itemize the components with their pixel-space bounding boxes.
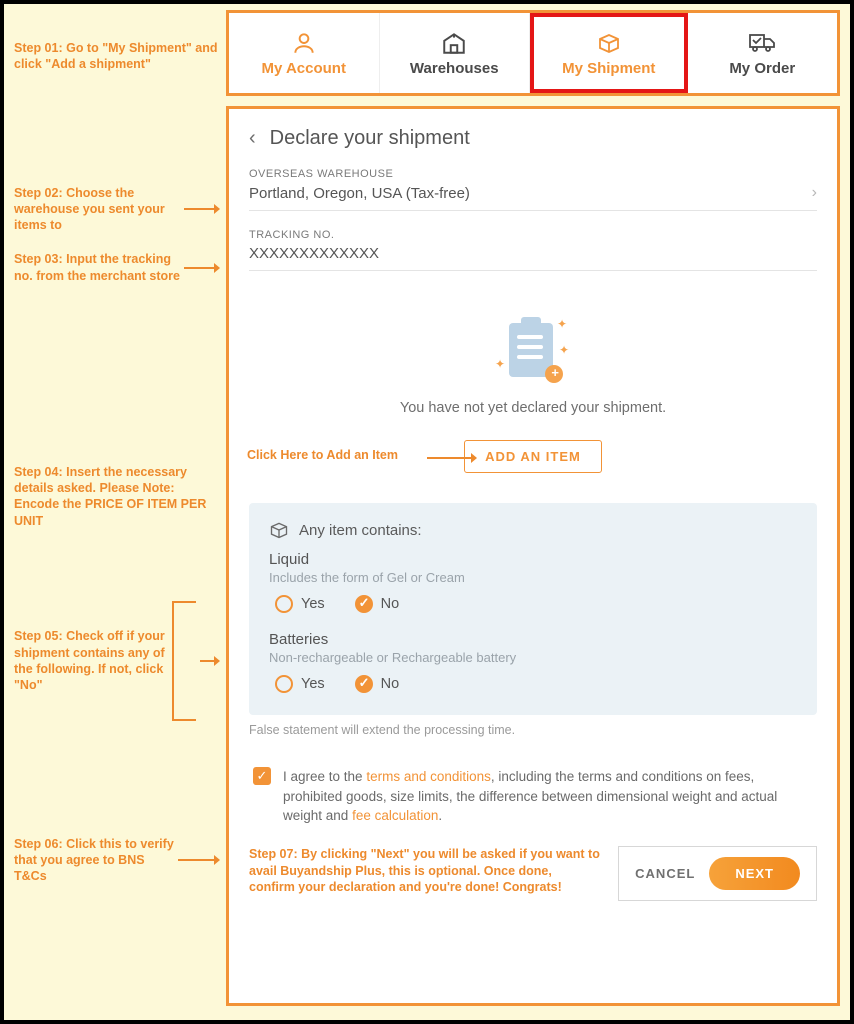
arrow-icon bbox=[178, 850, 220, 870]
step-01-text: Step 01: Go to "My Shipment" and click "… bbox=[14, 40, 220, 73]
add-item-button[interactable]: ADD AN ITEM bbox=[464, 440, 602, 473]
field-label: OVERSEAS WAREHOUSE bbox=[249, 168, 817, 180]
back-chevron-icon[interactable]: ‹ bbox=[249, 127, 256, 150]
truck-icon bbox=[748, 30, 776, 56]
item-contains-box: Any item contains: Liquid Includes the f… bbox=[249, 503, 817, 715]
add-item-hint: Click Here to Add an Item bbox=[247, 448, 398, 462]
nav-tabs: My Account Warehouses My Shipment My Ord… bbox=[226, 10, 840, 96]
question-liquid-sub: Includes the form of Gel or Cream bbox=[269, 570, 797, 585]
nav-my-order[interactable]: My Order bbox=[688, 13, 838, 93]
nav-my-account[interactable]: My Account bbox=[229, 13, 380, 93]
step-03-text: Step 03: Input the tracking no. from the… bbox=[14, 251, 184, 284]
field-label: TRACKING NO. bbox=[249, 229, 817, 241]
declare-shipment-panel: ‹ Declare your shipment OVERSEAS WAREHOU… bbox=[226, 106, 840, 1006]
step-02-text: Step 02: Choose the warehouse you sent y… bbox=[14, 185, 184, 234]
box-icon bbox=[595, 30, 623, 56]
batteries-no-radio[interactable]: No bbox=[355, 675, 400, 693]
tracking-input[interactable] bbox=[249, 241, 817, 271]
agree-checkbox[interactable]: ✓ bbox=[253, 767, 271, 785]
empty-state-text: You have not yet declared your shipment. bbox=[249, 400, 817, 416]
nav-warehouses[interactable]: Warehouses bbox=[380, 13, 531, 93]
nav-label: My Account bbox=[262, 60, 346, 77]
liquid-no-radio[interactable]: No bbox=[355, 595, 400, 613]
nav-label: My Order bbox=[729, 60, 795, 77]
question-liquid-label: Liquid bbox=[269, 551, 797, 568]
arrow-icon bbox=[184, 258, 220, 278]
warehouse-field[interactable]: OVERSEAS WAREHOUSE Portland, Oregon, USA… bbox=[249, 168, 817, 211]
arrow-icon bbox=[427, 450, 477, 466]
next-button[interactable]: NEXT bbox=[709, 857, 800, 890]
agree-text: I agree to the terms and conditions, inc… bbox=[283, 767, 813, 826]
false-statement-note: False statement will extend the processi… bbox=[249, 723, 817, 737]
clipboard-icon: ✦✦✦ + bbox=[505, 317, 561, 381]
terms-link[interactable]: terms and conditions bbox=[366, 769, 491, 784]
person-icon bbox=[290, 30, 318, 56]
step-06-text: Step 06: Click this to verify that you a… bbox=[14, 836, 178, 885]
box-icon bbox=[269, 521, 289, 539]
step-04-text: Step 04: Insert the necessary details as… bbox=[14, 464, 220, 529]
question-batteries-sub: Non-rechargeable or Rechargeable battery bbox=[269, 650, 797, 665]
tracking-field: TRACKING NO. bbox=[249, 229, 817, 271]
bracket-icon bbox=[172, 601, 196, 721]
contains-title: Any item contains: bbox=[299, 522, 422, 539]
cancel-button[interactable]: CANCEL bbox=[635, 866, 695, 881]
step-07-text: Step 07: By clicking "Next" you will be … bbox=[249, 846, 608, 897]
liquid-yes-radio[interactable]: Yes bbox=[275, 595, 325, 613]
nav-my-shipment[interactable]: My Shipment bbox=[530, 13, 688, 93]
batteries-yes-radio[interactable]: Yes bbox=[275, 675, 325, 693]
arrow-icon bbox=[200, 651, 220, 671]
fee-calculation-link[interactable]: fee calculation bbox=[352, 808, 438, 823]
warehouse-value: Portland, Oregon, USA (Tax-free) bbox=[249, 185, 470, 202]
chevron-right-icon: › bbox=[812, 184, 817, 202]
arrow-icon bbox=[184, 199, 220, 219]
step-05-text: Step 05: Check off if your shipment cont… bbox=[14, 628, 168, 693]
warehouse-icon bbox=[440, 30, 468, 56]
action-buttons: CANCEL NEXT bbox=[618, 846, 817, 901]
nav-label: My Shipment bbox=[562, 60, 655, 77]
nav-label: Warehouses bbox=[410, 60, 499, 77]
question-batteries-label: Batteries bbox=[269, 631, 797, 648]
page-title: Declare your shipment bbox=[270, 127, 470, 150]
